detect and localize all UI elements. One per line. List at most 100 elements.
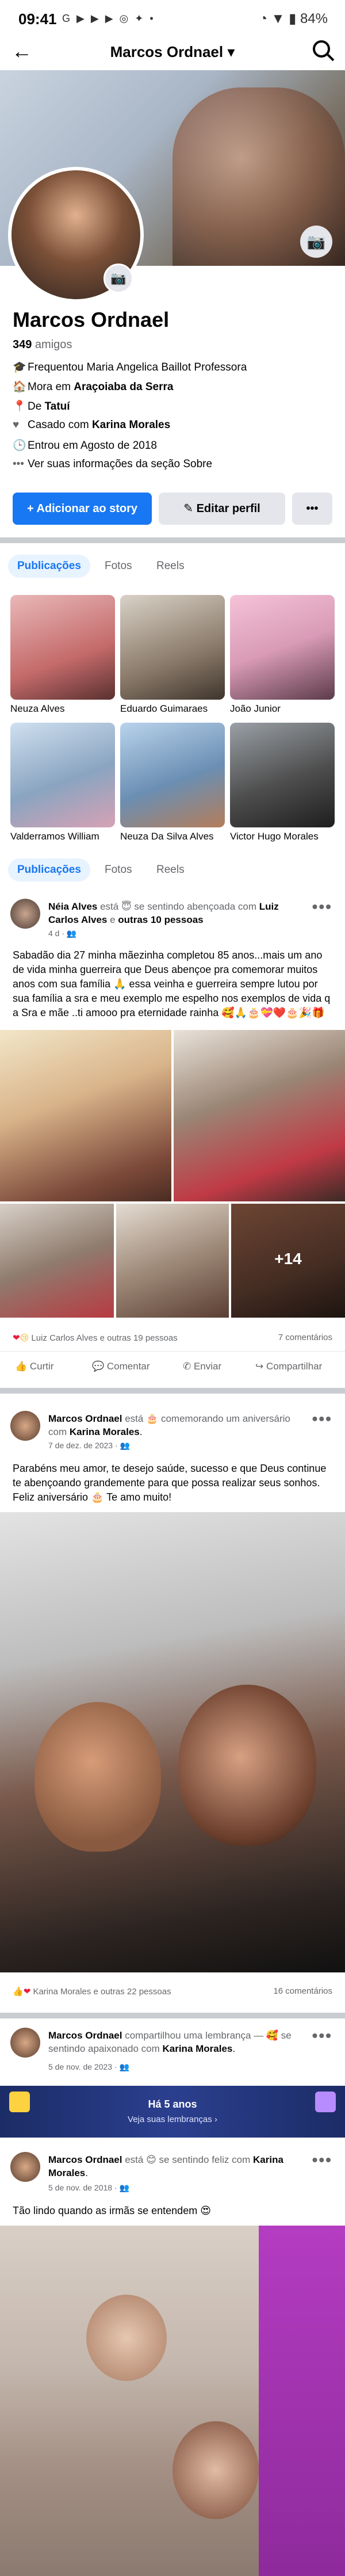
profile-tabs: Publicações Fotos Reels — [0, 547, 345, 586]
comment-button[interactable]: 💬 Comentar — [92, 1361, 150, 1372]
love-reaction-icon: ❤ — [23, 1987, 31, 1997]
reactions-summary[interactable]: Luiz Carlos Alves e outras 19 pessoas — [31, 1333, 177, 1343]
whatsapp-icon: ✆ — [183, 1361, 194, 1372]
child-figure — [172, 2421, 259, 2519]
post-author[interactable]: Marcos Ordnael — [48, 2154, 122, 2165]
post-author-avatar[interactable] — [10, 2028, 40, 2058]
school-icon: 🎓 — [13, 361, 26, 373]
more-photos-tile[interactable]: +14 — [231, 1204, 345, 1318]
friend-name: Eduardo Guimaraes — [120, 703, 208, 714]
friend-photo — [10, 595, 115, 700]
friend-card[interactable]: Valderramos William — [10, 723, 115, 842]
share-button[interactable]: ↪ Compartilhar — [255, 1361, 322, 1372]
reactions-summary[interactable]: Karina Morales e outras 22 pessoas — [33, 1987, 171, 1997]
friend-card[interactable]: Neuza Alves — [10, 595, 115, 715]
post-time: 5 de nov. de 2023 · 👥 — [48, 2062, 129, 2071]
post-menu-icon[interactable]: ••• — [312, 2027, 332, 2045]
post-time: 7 de dez. de 2023 · 👥 — [48, 1441, 130, 1450]
post-photo[interactable] — [0, 2226, 345, 2576]
friend-card[interactable]: Eduardo Guimaraes — [120, 595, 225, 715]
friend-photo — [230, 595, 335, 700]
profile-tabs-secondary: Publicações Fotos Reels — [0, 850, 345, 890]
post-photo[interactable] — [0, 1512, 345, 1972]
avatar — [10, 899, 40, 929]
memory-title: Há 5 anos — [148, 2098, 197, 2110]
comments-count[interactable]: 7 comentários — [278, 1333, 332, 1342]
section-divider — [0, 537, 345, 543]
post-author-avatar[interactable] — [10, 1411, 40, 1441]
post-menu-icon[interactable]: ••• — [312, 2151, 332, 2169]
info-joined: 🕒 Entrou em Agosto de 2018 — [13, 440, 157, 452]
post-header: Néia Alves está 😇 se sentindo abençoada … — [48, 901, 279, 925]
post-time: 4 d · 👥 — [48, 929, 77, 938]
add-to-story-button[interactable]: + Adicionar ao story — [13, 493, 152, 525]
post-actions: 👍 Curtir 💬 Comentar ✆ Enviar ↪ Compartil… — [0, 1351, 345, 1386]
comments-count[interactable]: 16 comentários — [273, 1986, 332, 1996]
post-author[interactable]: Marcos Ordnael — [48, 1413, 122, 1424]
tab-reels[interactable]: Reels — [147, 858, 194, 881]
edit-profile-button[interactable]: ✎ Editar perfil — [159, 493, 285, 525]
section-divider — [0, 2013, 345, 2018]
post-photo[interactable] — [0, 1030, 171, 1201]
memory-decor-icon — [315, 2092, 336, 2112]
tab-fotos[interactable]: Fotos — [95, 858, 141, 881]
tab-reels[interactable]: Reels — [147, 555, 194, 578]
friend-card[interactable]: Victor Hugo Morales — [230, 723, 335, 842]
edit-avatar-camera-icon[interactable]: 📷 — [103, 264, 133, 293]
post-photo[interactable] — [116, 1204, 229, 1318]
post-author-avatar[interactable] — [10, 899, 40, 929]
friend-card[interactable]: Neuza Da Silva Alves — [120, 723, 225, 842]
person-face — [34, 1702, 161, 1852]
section-divider — [0, 1388, 345, 1394]
like-button[interactable]: 👍 Curtir — [15, 1361, 53, 1372]
photo-curtain — [259, 2226, 345, 2576]
friend-photo — [120, 595, 225, 700]
post-header: Marcos Ordnael compartilhou uma lembranç… — [48, 2030, 292, 2054]
info-from: 📍 De Tatuí — [13, 400, 70, 413]
friend-photo — [10, 723, 115, 827]
post-author[interactable]: Néia Alves — [48, 901, 97, 912]
comment-icon: 💬 — [92, 1361, 107, 1372]
profile-title-dropdown[interactable]: Marcos Ordnael ▾ — [0, 43, 345, 61]
notification-icons: G ▶ ▶ ▶ ◎ ✦ • — [62, 13, 155, 24]
home-icon: 🏠 — [13, 381, 26, 393]
post-header: Marcos Ordnael está 🎂 comemorando um ani… — [48, 1413, 290, 1437]
post-author[interactable]: Marcos Ordnael — [48, 2030, 122, 2041]
avatar — [10, 2028, 40, 2058]
more-photos-count: +14 — [274, 1250, 302, 1268]
more-options-button[interactable]: ••• — [292, 493, 332, 525]
friend-card[interactable]: João Junior — [230, 595, 335, 715]
person-face — [178, 1685, 316, 1846]
memory-banner[interactable]: Há 5 anos Veja suas lembranças › — [0, 2086, 345, 2138]
post-menu-icon[interactable]: ••• — [312, 1410, 332, 1428]
child-figure — [86, 2295, 167, 2381]
search-icon[interactable] — [313, 40, 330, 58]
post-menu-icon[interactable]: ••• — [312, 898, 332, 916]
post-photo[interactable] — [0, 1204, 114, 1318]
info-married: ♥ Casado com Karina Morales — [13, 419, 171, 431]
post-stats: ❤😢 Luiz Carlos Alves e outras 19 pessoas… — [13, 1333, 332, 1343]
friends-count[interactable]: 349 amigos — [13, 338, 72, 352]
info-see-about[interactable]: ••• Ver suas informações da seção Sobre — [13, 458, 212, 471]
friend-name: Valderramos William — [10, 831, 99, 842]
post-author-avatar[interactable] — [10, 2152, 40, 2182]
friend-name: Victor Hugo Morales — [230, 831, 319, 842]
post-text: Parabéns meu amor, te desejo saúde, suce… — [13, 1463, 327, 1503]
status-time: 09:41 — [18, 10, 57, 28]
edit-cover-camera-icon[interactable]: 📷 — [300, 226, 332, 258]
reactions-icon: 😢 — [20, 1333, 29, 1343]
post-time: 5 de nov. de 2018 · 👥 — [48, 2183, 129, 2192]
info-education: 🎓 Frequentou Maria Angelica Baillot Profe… — [13, 361, 247, 373]
like-reaction-icon: 👍 — [13, 1987, 24, 1997]
send-button[interactable]: ✆ Enviar — [183, 1361, 221, 1372]
see-memories-link[interactable]: Veja suas lembranças › — [0, 2115, 345, 2124]
profile-name: Marcos Ordnael — [13, 308, 170, 331]
post-photo[interactable] — [174, 1030, 345, 1201]
more-dots-icon: ••• — [13, 458, 24, 470]
tab-fotos[interactable]: Fotos — [95, 555, 141, 578]
share-icon: ↪ — [255, 1361, 266, 1372]
tab-publicacoes[interactable]: Publicações — [8, 555, 90, 578]
top-bar: ← Marcos Ordnael ▾ — [0, 35, 345, 69]
post-stats: 👍❤ Karina Morales e outras 22 pessoas 16… — [13, 1986, 332, 1997]
tab-publicacoes[interactable]: Publicações — [8, 858, 90, 881]
